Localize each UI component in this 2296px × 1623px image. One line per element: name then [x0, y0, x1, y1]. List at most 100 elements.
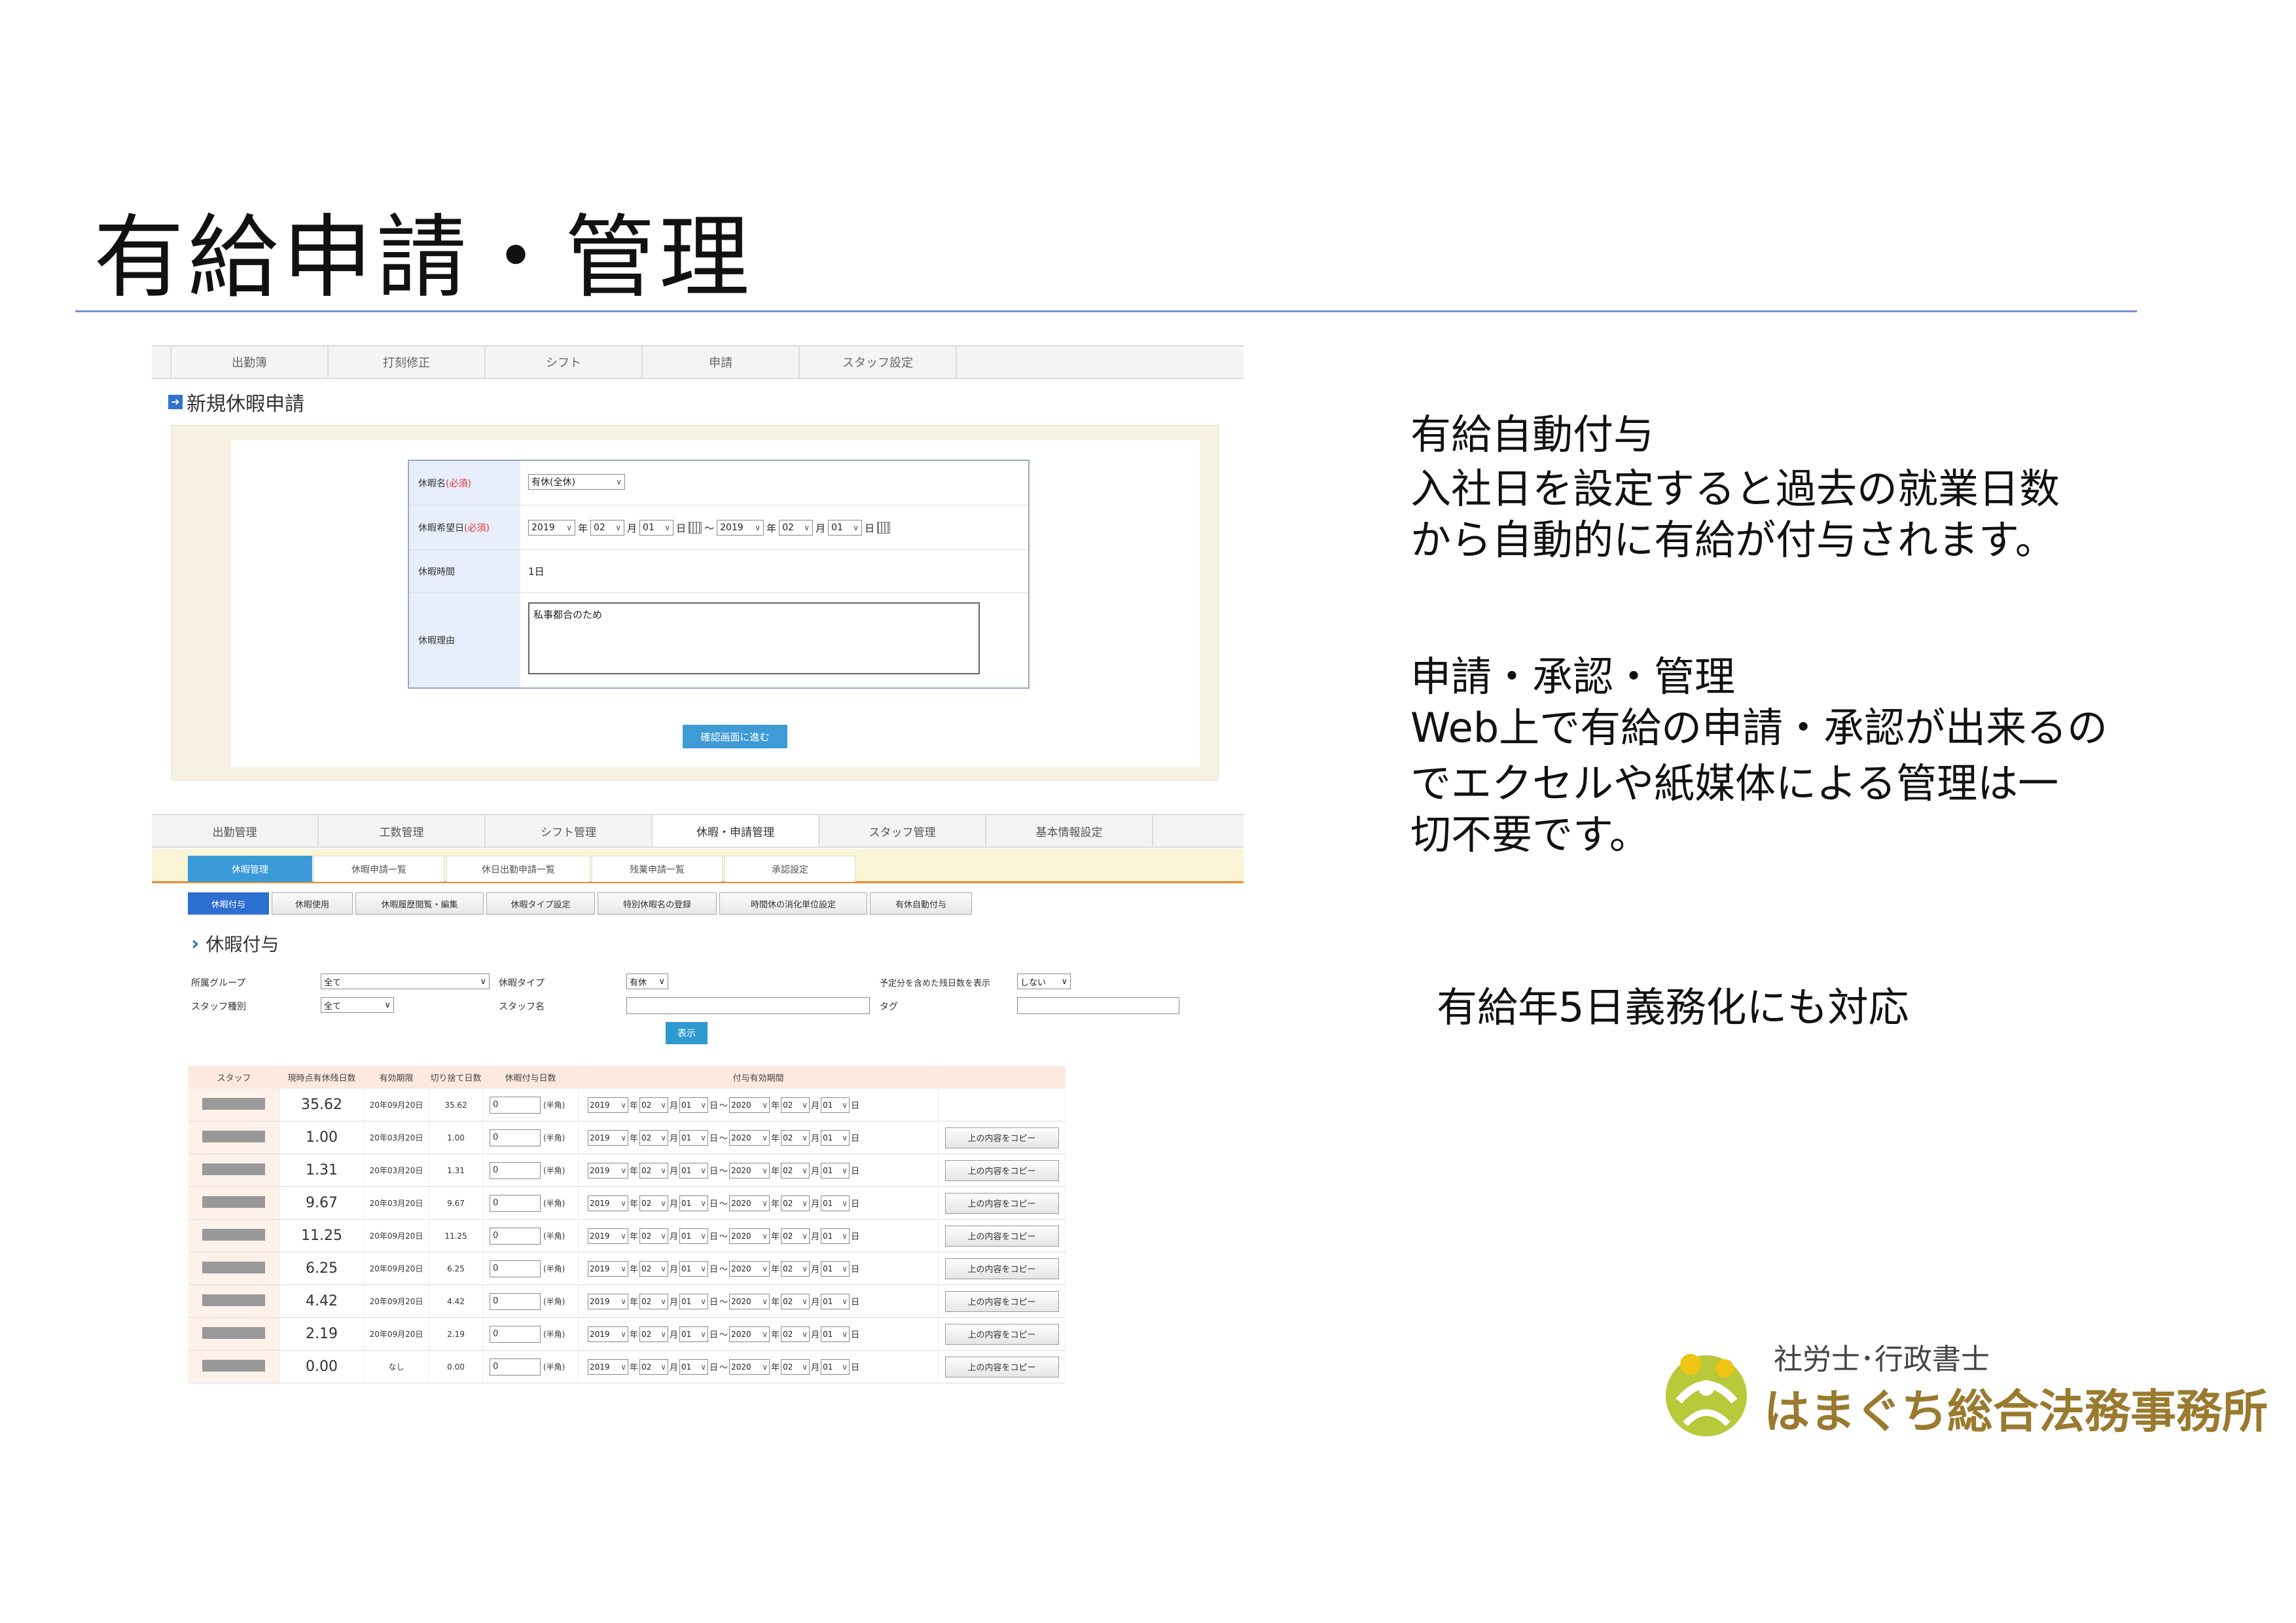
- leave-type-filter-select[interactable]: 有休 ∨: [626, 974, 668, 989]
- from-month-select[interactable]: 02 ∨: [639, 1326, 669, 1342]
- to-day-select[interactable]: 01 ∨: [821, 1195, 850, 1211]
- to-year-select[interactable]: 2020 ∨: [729, 1260, 770, 1277]
- from-day-select[interactable]: 01 ∨: [679, 1293, 709, 1309]
- to-day-select[interactable]: 01 ∨: [821, 1326, 850, 1342]
- from-day-select[interactable]: 01 ∨: [679, 1195, 709, 1211]
- show-button[interactable]: 表示: [666, 1022, 708, 1044]
- to-month-select[interactable]: 02 ∨: [779, 520, 814, 536]
- nav-shift[interactable]: シフト: [486, 346, 643, 378]
- to-year-select[interactable]: 2020 ∨: [729, 1129, 770, 1146]
- to-year-select[interactable]: 2020 ∨: [729, 1195, 770, 1211]
- to-day-select[interactable]: 01 ∨: [821, 1293, 850, 1309]
- from-month-select[interactable]: 02 ∨: [639, 1228, 669, 1244]
- from-month-select[interactable]: 02 ∨: [639, 1293, 669, 1309]
- to-day-select[interactable]: 01 ∨: [821, 1097, 850, 1113]
- from-year-select[interactable]: 2019 ∨: [588, 1293, 628, 1309]
- staff-name-input[interactable]: [626, 997, 870, 1014]
- to-year-select[interactable]: 2020 ∨: [729, 1162, 770, 1178]
- nav-attendance[interactable]: 出勤簿: [171, 346, 329, 378]
- subnav-leave-requests[interactable]: 休暇申請一覧: [314, 856, 444, 882]
- from-day-select[interactable]: 01 ∨: [679, 1359, 709, 1375]
- nav-basic-settings[interactable]: 基本情報設定: [986, 815, 1153, 847]
- to-month-select[interactable]: 02 ∨: [781, 1326, 810, 1342]
- tab-hourly-unit-settings[interactable]: 時間休の消化単位設定: [719, 892, 867, 915]
- nav-request[interactable]: 申請: [643, 346, 800, 378]
- copy-above-button[interactable]: 上の内容をコピー: [944, 1356, 1059, 1377]
- to-year-select[interactable]: 2020 ∨: [729, 1359, 770, 1375]
- tab-auto-grant[interactable]: 有休自動付与: [870, 892, 972, 915]
- to-month-select[interactable]: 02 ∨: [781, 1228, 810, 1244]
- grant-days-input[interactable]: 0: [490, 1129, 541, 1146]
- from-year-select[interactable]: 2019 ∨: [588, 1097, 628, 1113]
- tab-leave-grant[interactable]: 休暇付与: [188, 892, 269, 915]
- nav-staff-settings[interactable]: スタッフ設定: [800, 346, 957, 378]
- from-day-select[interactable]: 01 ∨: [679, 1162, 709, 1178]
- copy-above-button[interactable]: 上の内容をコピー: [944, 1192, 1059, 1214]
- from-year-select[interactable]: 2019 ∨: [588, 1129, 628, 1146]
- copy-above-button[interactable]: 上の内容をコピー: [944, 1258, 1059, 1279]
- to-year-select[interactable]: 2020 ∨: [729, 1293, 770, 1309]
- grant-days-input[interactable]: 0: [490, 1161, 541, 1179]
- from-year-select[interactable]: 2019 ∨: [588, 1228, 628, 1244]
- copy-above-button[interactable]: 上の内容をコピー: [944, 1290, 1059, 1312]
- tab-leave-use[interactable]: 休暇使用: [272, 892, 353, 915]
- nav-staff-mgmt[interactable]: スタッフ管理: [819, 815, 986, 847]
- to-month-select[interactable]: 02 ∨: [781, 1195, 810, 1211]
- confirm-button[interactable]: 確認画面に進む: [683, 725, 787, 748]
- from-day-select[interactable]: 01 ∨: [679, 1129, 709, 1146]
- nav-leave-request-mgmt[interactable]: 休暇・申請管理: [653, 815, 819, 847]
- nav-stamp-correction[interactable]: 打刻修正: [329, 346, 486, 378]
- to-day-select[interactable]: 01 ∨: [821, 1359, 850, 1375]
- from-day-select[interactable]: 01 ∨: [679, 1260, 709, 1277]
- tab-special-leave-names[interactable]: 特別休暇名の登録: [598, 892, 717, 915]
- grant-days-input[interactable]: 0: [490, 1227, 541, 1245]
- from-day-select[interactable]: 01 ∨: [679, 1326, 709, 1342]
- from-month-select[interactable]: 02 ∨: [639, 1195, 669, 1211]
- tab-leave-history[interactable]: 休暇履歴閲覧・編集: [355, 892, 484, 915]
- from-day-select[interactable]: 01 ∨: [679, 1228, 709, 1244]
- from-year-select[interactable]: 2019 ∨: [588, 1162, 628, 1178]
- from-month-select[interactable]: 02 ∨: [590, 520, 625, 536]
- group-select[interactable]: 全て ∨: [321, 974, 490, 989]
- to-day-select[interactable]: 01 ∨: [821, 1129, 850, 1146]
- subnav-holiday-work-requests[interactable]: 休日出勤申請一覧: [446, 856, 590, 882]
- from-day-select[interactable]: 01 ∨: [639, 520, 674, 536]
- subnav-approval-settings[interactable]: 承認設定: [725, 856, 855, 882]
- to-day-select[interactable]: 01 ∨: [828, 520, 863, 536]
- copy-above-button[interactable]: 上の内容をコピー: [944, 1323, 1059, 1345]
- from-year-select[interactable]: 2019 ∨: [588, 1195, 628, 1211]
- calendar-icon[interactable]: [877, 522, 891, 534]
- from-year-select[interactable]: 2019 ∨: [528, 520, 575, 536]
- grant-days-input[interactable]: 0: [490, 1292, 541, 1310]
- from-month-select[interactable]: 02 ∨: [639, 1097, 669, 1113]
- copy-above-button[interactable]: 上の内容をコピー: [944, 1127, 1059, 1148]
- grant-days-input[interactable]: 0: [490, 1325, 541, 1343]
- tab-leave-type-settings[interactable]: 休暇タイプ設定: [486, 892, 595, 915]
- to-year-select[interactable]: 2020 ∨: [729, 1326, 770, 1342]
- copy-above-button[interactable]: 上の内容をコピー: [944, 1159, 1059, 1181]
- tag-input[interactable]: [1017, 997, 1179, 1014]
- to-year-select[interactable]: 2020 ∨: [729, 1228, 770, 1244]
- to-day-select[interactable]: 01 ∨: [821, 1260, 850, 1277]
- to-day-select[interactable]: 01 ∨: [821, 1228, 850, 1244]
- from-month-select[interactable]: 02 ∨: [639, 1162, 669, 1178]
- to-month-select[interactable]: 02 ∨: [781, 1293, 810, 1309]
- from-month-select[interactable]: 02 ∨: [639, 1359, 669, 1375]
- from-year-select[interactable]: 2019 ∨: [588, 1260, 628, 1277]
- calendar-icon[interactable]: [689, 522, 702, 534]
- to-day-select[interactable]: 01 ∨: [821, 1162, 850, 1178]
- subnav-overtime-requests[interactable]: 残業申請一覧: [592, 856, 723, 882]
- nav-workload-mgmt[interactable]: 工数管理: [319, 815, 486, 847]
- to-year-select[interactable]: 2020 ∨: [729, 1097, 770, 1113]
- leave-type-select[interactable]: 有休(全休) ∨: [528, 474, 625, 490]
- from-year-select[interactable]: 2019 ∨: [588, 1359, 628, 1375]
- grant-days-input[interactable]: 0: [490, 1358, 541, 1376]
- to-month-select[interactable]: 02 ∨: [781, 1097, 810, 1113]
- to-month-select[interactable]: 02 ∨: [781, 1260, 810, 1277]
- staff-kind-select[interactable]: 全て ∨: [321, 997, 394, 1013]
- subnav-leave-mgmt[interactable]: 休暇管理: [188, 856, 312, 882]
- from-year-select[interactable]: 2019 ∨: [588, 1326, 628, 1342]
- to-month-select[interactable]: 02 ∨: [781, 1129, 810, 1146]
- nav-attendance-mgmt[interactable]: 出勤管理: [152, 815, 319, 847]
- nav-shift-mgmt[interactable]: シフト管理: [486, 815, 653, 847]
